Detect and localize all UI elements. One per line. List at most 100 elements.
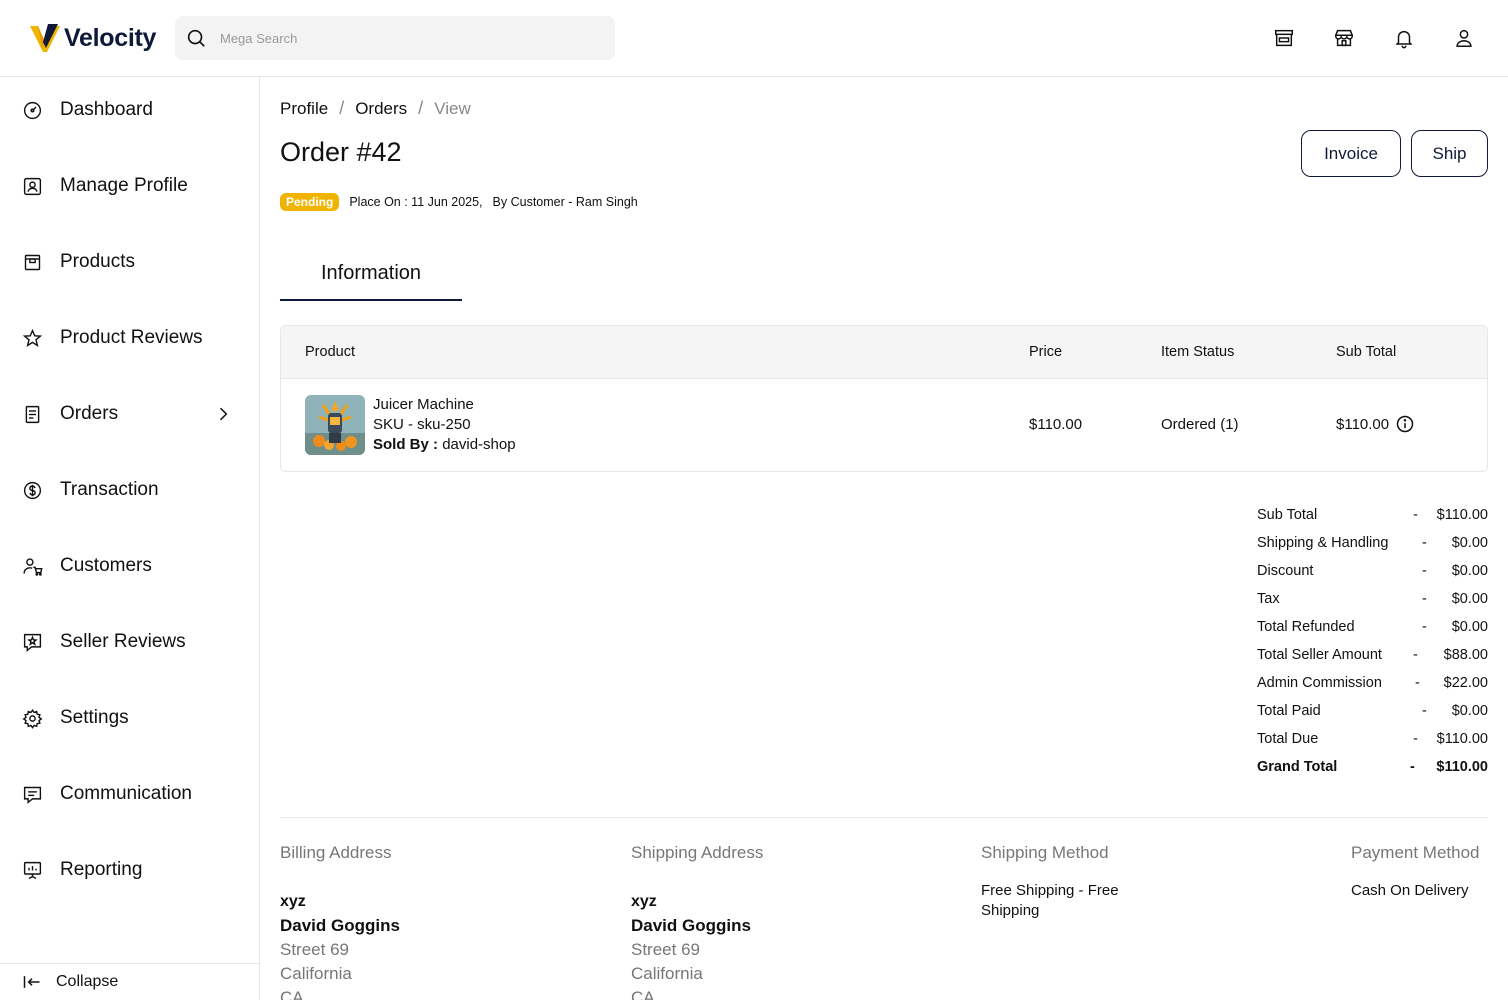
sidebar-item-communication[interactable]: Communication: [0, 772, 259, 816]
shipping-method-title: Shipping Method: [981, 843, 1109, 862]
top-header: Velocity: [0, 0, 1508, 77]
total-label: Shipping & Handling: [1257, 535, 1389, 551]
sidebar-item-product-reviews[interactable]: Product Reviews: [0, 316, 259, 360]
billing-address: Billing Address xyz David Goggins Street…: [280, 843, 400, 1000]
section-divider: [280, 817, 1488, 818]
order-meta: Pending Place On : 11 Jun 2025, By Custo…: [280, 193, 638, 211]
sidebar-item-label: Products: [60, 251, 135, 272]
product-image[interactable]: [305, 395, 365, 455]
total-value: $0.00: [1451, 563, 1488, 579]
collapse-label: Collapse: [56, 973, 119, 990]
shipping-title: Shipping Address: [631, 843, 764, 862]
user-icon[interactable]: [1452, 26, 1476, 50]
info-icon[interactable]: [1395, 414, 1415, 434]
shop-icon[interactable]: [1332, 26, 1356, 50]
total-label: Total Refunded: [1257, 619, 1355, 635]
ship-button[interactable]: Ship: [1411, 130, 1488, 177]
column-header-price: Price: [1029, 344, 1063, 360]
chevron-right-icon[interactable]: [213, 404, 233, 424]
total-label: Admin Commission: [1257, 675, 1382, 691]
sold-by: Sold By : david-shop: [373, 435, 516, 455]
total-row-grand-total: Grand Total - $110.00: [1257, 757, 1488, 785]
shipping-method: Shipping Method Free Shipping - Free Shi…: [981, 843, 1141, 921]
sidebar-item-orders[interactable]: Orders: [0, 392, 259, 436]
shipping-method-value: Free Shipping - Free Shipping: [981, 882, 1119, 919]
product-name[interactable]: Juicer Machine: [373, 395, 516, 415]
collapse-button[interactable]: Collapse: [0, 963, 259, 1000]
total-value: $110.00: [1436, 759, 1488, 775]
sidebar-item-products[interactable]: Products: [0, 240, 259, 284]
breadcrumb-current: View: [434, 98, 471, 118]
order-totals: Sub Total - $110.00 Shipping & Handling …: [1257, 505, 1488, 785]
order-items-table: Product Price Item Status Sub Total Juic…: [280, 325, 1488, 472]
sidebar-item-reporting[interactable]: Reporting: [0, 848, 259, 892]
total-separator: -: [1422, 591, 1427, 607]
total-row-seller-amount: Total Seller Amount - $88.00: [1257, 645, 1488, 673]
velocity-logo-icon: [30, 24, 60, 52]
total-row-due: Total Due - $110.00: [1257, 729, 1488, 757]
item-status: Ordered (1): [1161, 416, 1239, 433]
total-value: $0.00: [1451, 591, 1488, 607]
storefront-icon[interactable]: [1272, 26, 1296, 50]
total-row-refunded: Total Refunded - $0.00: [1257, 617, 1488, 645]
payment-method: Payment Method Cash On Delivery: [1351, 843, 1508, 901]
sidebar-item-seller-reviews[interactable]: Seller Reviews: [0, 620, 259, 664]
search-input[interactable]: [220, 30, 600, 46]
dollar-icon: [21, 479, 43, 501]
total-value: $0.00: [1451, 703, 1488, 719]
total-row-shipping: Shipping & Handling - $0.00: [1257, 533, 1488, 561]
logo[interactable]: Velocity: [28, 22, 156, 54]
total-separator: -: [1415, 675, 1420, 691]
total-label: Discount: [1257, 563, 1314, 579]
total-label: Total Seller Amount: [1257, 647, 1382, 663]
billing-line1: xyz: [280, 893, 306, 910]
sidebar-item-manage-profile[interactable]: Manage Profile: [0, 164, 259, 208]
total-separator: -: [1410, 759, 1415, 775]
tab-information[interactable]: Information: [280, 247, 462, 301]
breadcrumb-separator: /: [418, 98, 424, 118]
sold-by-label: Sold By :: [373, 436, 439, 453]
billing-country: CA: [280, 988, 304, 1000]
shipping-line1: xyz: [631, 893, 657, 910]
product-sku: SKU - sku-250: [373, 416, 471, 433]
sidebar-item-dashboard[interactable]: Dashboard: [0, 88, 259, 132]
total-value: $0.00: [1451, 535, 1488, 551]
invoice-button[interactable]: Invoice: [1301, 130, 1401, 177]
breadcrumb-orders[interactable]: Orders: [355, 99, 407, 119]
customer-text: By Customer - Ram Singh: [492, 195, 638, 209]
shipping-street: Street 69: [631, 940, 700, 959]
column-header-sub-total: Sub Total: [1336, 344, 1397, 360]
billing-name: David Goggins: [280, 916, 400, 935]
mega-search[interactable]: [175, 16, 615, 60]
column-header-product: Product: [305, 344, 355, 360]
search-icon: [187, 29, 205, 47]
star-icon: [21, 327, 43, 349]
table-header: Product Price Item Status Sub Total: [281, 326, 1487, 379]
total-separator: -: [1422, 619, 1427, 635]
sidebar-item-transaction[interactable]: Transaction: [0, 468, 259, 512]
total-label: Tax: [1257, 591, 1280, 607]
total-row-discount: Discount - $0.00: [1257, 561, 1488, 589]
sold-by-value: david-shop: [442, 436, 516, 453]
breadcrumb-profile[interactable]: Profile: [280, 99, 328, 119]
product-info: Juicer Machine SKU - sku-250 Sold By : d…: [373, 395, 516, 455]
billing-state: California: [280, 964, 352, 983]
sidebar-item-label: Reporting: [60, 859, 143, 880]
report-icon: [21, 859, 43, 881]
table-row: Juicer Machine SKU - sku-250 Sold By : d…: [281, 379, 1487, 471]
bell-icon[interactable]: [1392, 26, 1416, 50]
sidebar-item-label: Communication: [60, 783, 192, 804]
placed-on-text: Place On : 11 Jun 2025,: [349, 195, 483, 209]
total-value: $110.00: [1436, 731, 1488, 747]
total-separator: -: [1422, 563, 1427, 579]
sidebar-item-label: Dashboard: [60, 99, 153, 120]
dashboard-icon: [21, 99, 43, 121]
total-value: $22.00: [1443, 675, 1488, 691]
total-row-paid: Total Paid - $0.00: [1257, 701, 1488, 729]
sidebar-item-label: Seller Reviews: [60, 631, 186, 652]
sidebar-item-label: Settings: [60, 707, 129, 728]
sidebar-item-settings[interactable]: Settings: [0, 696, 259, 740]
total-row-admin-commission: Admin Commission - $22.00: [1257, 673, 1488, 701]
sidebar-item-customers[interactable]: Customers: [0, 544, 259, 588]
column-header-item-status: Item Status: [1161, 344, 1235, 360]
